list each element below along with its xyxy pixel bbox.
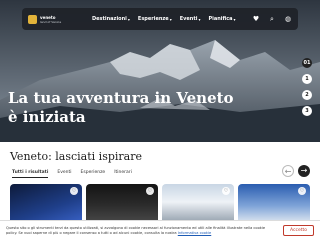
chevron-down-icon: ▾ xyxy=(198,16,201,22)
chevron-down-icon: ▾ xyxy=(169,16,172,22)
menu-item-eventi[interactable]: Eventi ▾ xyxy=(180,16,201,22)
menu-item-esperienze[interactable]: Esperienze ▾ xyxy=(138,16,172,22)
site-logo[interactable]: veneto land of Venice xyxy=(28,14,78,24)
pager-item[interactable]: 2 xyxy=(302,90,312,100)
cookie-policy-link[interactable]: Informativa cookie xyxy=(178,231,211,235)
tab-itinerari[interactable]: Itinerari xyxy=(114,170,132,178)
chevron-down-icon: ▾ xyxy=(233,16,236,22)
menu-label: Destinazioni xyxy=(92,16,127,22)
tab-tutti-i-risultati[interactable]: Tutti i risultati xyxy=(12,170,49,178)
heart-icon[interactable]: ♡ xyxy=(222,187,230,195)
menu-label: Esperienze xyxy=(137,16,169,22)
heart-icon[interactable]: ♡ xyxy=(70,187,78,195)
hero-title: La tua avventura in Veneto è iniziata xyxy=(8,89,234,126)
main-menu: Destinazioni ▾ Esperienze ▾ Eventi ▾ Pianif… xyxy=(92,16,236,22)
card-dark-interior[interactable]: ♡ xyxy=(86,184,158,224)
globe-icon[interactable]: ◍ xyxy=(284,15,292,23)
arrow-right-icon[interactable]: → xyxy=(298,165,310,177)
logo-mark-icon xyxy=(28,14,37,24)
heart-icon[interactable]: ♥ xyxy=(252,15,260,23)
search-icon[interactable]: ⌕ xyxy=(268,15,276,23)
page: veneto land of Venice Destinazioni ▾ Espe… xyxy=(0,0,320,240)
nav-icons: ♥ ⌕ ◍ xyxy=(252,15,292,23)
menu-label: Pianifica xyxy=(208,16,233,22)
hero-banner: veneto land of Venice Destinazioni ▾ Espe… xyxy=(0,0,320,142)
menu-item-pianifica[interactable]: Pianifica ▾ xyxy=(208,16,235,22)
logo-line2: land of Venice xyxy=(40,19,62,24)
card-snowy-peaks[interactable]: ♡ xyxy=(162,184,234,224)
card-mountain-blue[interactable]: ♡ xyxy=(238,184,310,224)
logo-text: veneto land of Venice xyxy=(40,15,61,24)
arrow-left-icon[interactable]: ← xyxy=(282,165,294,177)
hero-pager: 01 1 2 3 xyxy=(302,58,312,116)
pager-item-current[interactable]: 01 xyxy=(302,58,312,68)
tab-esperienze[interactable]: Esperienze xyxy=(81,170,106,178)
card-night-sky[interactable]: ♡ xyxy=(10,184,82,224)
cookie-text: Questo sito o gli strumenti terzi da que… xyxy=(6,226,276,236)
pager-item[interactable]: 1 xyxy=(302,74,312,84)
menu-label: Eventi xyxy=(179,16,198,22)
filter-tabs: Tutti i risultati Eventi Esperienze Itin… xyxy=(12,170,132,178)
heart-icon[interactable]: ♡ xyxy=(298,187,306,195)
pager-item[interactable]: 3 xyxy=(302,106,312,116)
top-navigation: veneto land of Venice Destinazioni ▾ Espe… xyxy=(22,8,298,30)
card-carousel: ♡ ♡ ♡ ♡ xyxy=(10,184,310,224)
accept-cookies-button[interactable]: Accetto xyxy=(283,225,314,236)
menu-item-destinazioni[interactable]: Destinazioni ▾ xyxy=(92,16,130,22)
chevron-down-icon: ▾ xyxy=(127,16,130,22)
cookie-message: Questo sito o gli strumenti terzi da que… xyxy=(6,225,266,235)
section-title: Veneto: lasciati ispirare xyxy=(10,150,142,163)
cookie-banner: Questo sito o gli strumenti terzi da que… xyxy=(0,220,320,240)
tab-eventi[interactable]: Eventi xyxy=(57,170,71,178)
carousel-arrows: ← → xyxy=(282,165,310,177)
heart-icon[interactable]: ♡ xyxy=(146,187,154,195)
